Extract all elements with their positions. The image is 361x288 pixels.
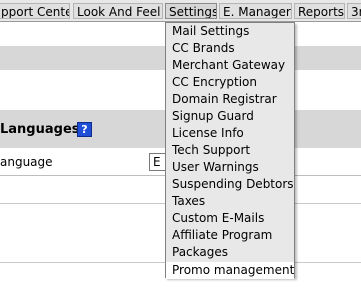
menu-item-affiliate-program[interactable]: Affiliate Program — [166, 227, 294, 244]
menu-item-custom-e-mails[interactable]: Custom E-Mails — [166, 210, 294, 227]
language-label: anguage — [0, 155, 53, 169]
menu-item-signup-guard[interactable]: Signup Guard — [166, 108, 294, 125]
top-menu-bar: pport Center Look And Feel Settings E. M… — [0, 0, 361, 22]
menu-e-manager[interactable]: E. Manager — [219, 3, 292, 19]
menu-item-user-warnings[interactable]: User Warnings — [166, 159, 294, 176]
menu-item-merchant-gateway[interactable]: Merchant Gateway — [166, 57, 294, 74]
menu-look-and-feel[interactable]: Look And Feel — [73, 3, 163, 19]
menu-item-packages[interactable]: Packages — [166, 244, 294, 261]
menu-item-taxes[interactable]: Taxes — [166, 193, 294, 210]
menu-item-tech-support[interactable]: Tech Support — [166, 142, 294, 159]
settings-dropdown-menu: Mail Settings CC Brands Merchant Gateway… — [165, 22, 295, 279]
menu-item-suspending-debtors[interactable]: Suspending Debtors — [166, 176, 294, 193]
menu-next-partial[interactable]: 3r — [347, 3, 361, 19]
menu-support-center[interactable]: pport Center — [0, 3, 70, 19]
menu-item-domain-registrar[interactable]: Domain Registrar — [166, 91, 294, 108]
menu-item-cc-brands[interactable]: CC Brands — [166, 40, 294, 57]
menu-item-mail-settings[interactable]: Mail Settings — [166, 23, 294, 40]
help-icon[interactable]: ? — [77, 122, 92, 137]
menu-item-promo-management[interactable]: Promo management — [166, 262, 294, 279]
menu-item-cc-encryption[interactable]: CC Encryption — [166, 74, 294, 91]
menu-settings[interactable]: Settings — [165, 3, 217, 19]
menu-reports[interactable]: Reports — [294, 3, 345, 19]
languages-title: Languages — [0, 122, 80, 137]
menu-item-license-info[interactable]: License Info — [166, 125, 294, 142]
